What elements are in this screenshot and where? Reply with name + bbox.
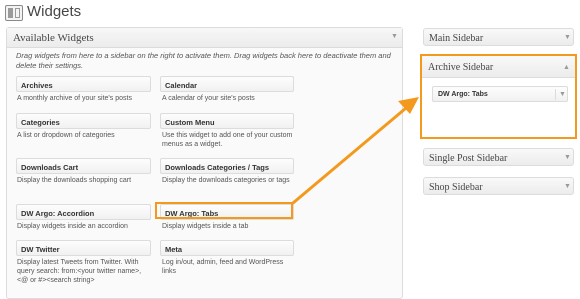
widget-meta-desc: Log in/out, admin, feed and WordPress li… — [162, 259, 284, 275]
widget-meta[interactable]: Meta — [160, 240, 294, 256]
sidebar-single-post-label: Single Post Sidebar — [429, 153, 508, 164]
sidebar-archive[interactable]: Archive Sidebar ▲ DW Argo: Tabs ▼ — [420, 54, 577, 139]
archive-widget-dw-argo-tabs[interactable]: DW Argo: Tabs ▼ — [432, 86, 568, 102]
widgets-icon — [5, 5, 23, 21]
sidebar-archive-label: Archive Sidebar — [428, 62, 494, 73]
widget-calendar[interactable]: Calendar — [160, 76, 294, 92]
widget-dw-twitter-desc: Display latest Tweets from Twitter. With… — [17, 259, 142, 284]
archive-widget-label: DW Argo: Tabs — [438, 91, 488, 98]
highlight-box — [155, 202, 293, 219]
widget-archives-desc: A monthly archive of your site's posts — [17, 95, 132, 102]
available-widgets-title: Available Widgets — [13, 32, 94, 44]
widget-archives[interactable]: Archives — [16, 76, 151, 92]
collapse-arrow-icon[interactable]: ▼ — [564, 34, 571, 41]
page-title: Widgets — [27, 3, 82, 20]
collapse-arrow-icon[interactable]: ▼ — [564, 154, 571, 161]
sidebar-main-label: Main Sidebar — [429, 33, 484, 44]
sidebar-main[interactable]: Main Sidebar ▼ — [423, 28, 574, 46]
divider — [555, 89, 556, 100]
widget-dw-argo-accordion[interactable]: DW Argo: Accordion — [16, 204, 151, 220]
widget-calendar-desc: A calendar of your site's posts — [162, 95, 255, 102]
widget-categories-desc: A list or dropdown of categories — [17, 132, 115, 139]
widget-downloads-categories-tags-desc: Display the downloads categories or tags — [162, 177, 290, 184]
widget-custom-menu[interactable]: Custom Menu — [160, 113, 294, 129]
widget-categories[interactable]: Categories — [16, 113, 151, 129]
available-widgets-header[interactable]: Available Widgets ▼ — [7, 28, 402, 48]
collapse-arrow-icon[interactable]: ▲ — [563, 64, 570, 71]
sidebar-shop[interactable]: Shop Sidebar ▼ — [423, 177, 574, 195]
expand-arrow-icon[interactable]: ▼ — [559, 91, 566, 98]
widget-downloads-categories-tags[interactable]: Downloads Categories / Tags — [160, 158, 294, 174]
widget-dw-argo-accordion-desc: Display widgets inside an accordion — [17, 223, 128, 230]
widget-dw-argo-tabs-desc: Display widgets inside a tab — [162, 223, 249, 230]
widget-dw-twitter[interactable]: DW Twitter — [16, 240, 151, 256]
collapse-arrow-icon[interactable]: ▼ — [391, 33, 398, 40]
collapse-arrow-icon[interactable]: ▼ — [564, 183, 571, 190]
widget-downloads-cart-desc: Display the downloads shopping cart — [17, 177, 132, 184]
widget-downloads-cart[interactable]: Downloads Cart — [16, 158, 151, 174]
sidebar-archive-header[interactable]: Archive Sidebar ▲ — [422, 56, 575, 78]
sidebar-single-post[interactable]: Single Post Sidebar ▼ — [423, 148, 574, 166]
available-widgets-panel: Available Widgets ▼ Drag widgets from he… — [6, 27, 403, 299]
sidebar-shop-label: Shop Sidebar — [429, 182, 483, 193]
available-widgets-description: Drag widgets from here to a sidebar on t… — [16, 51, 391, 70]
widget-custom-menu-desc: Use this widget to add one of your custo… — [162, 132, 293, 148]
